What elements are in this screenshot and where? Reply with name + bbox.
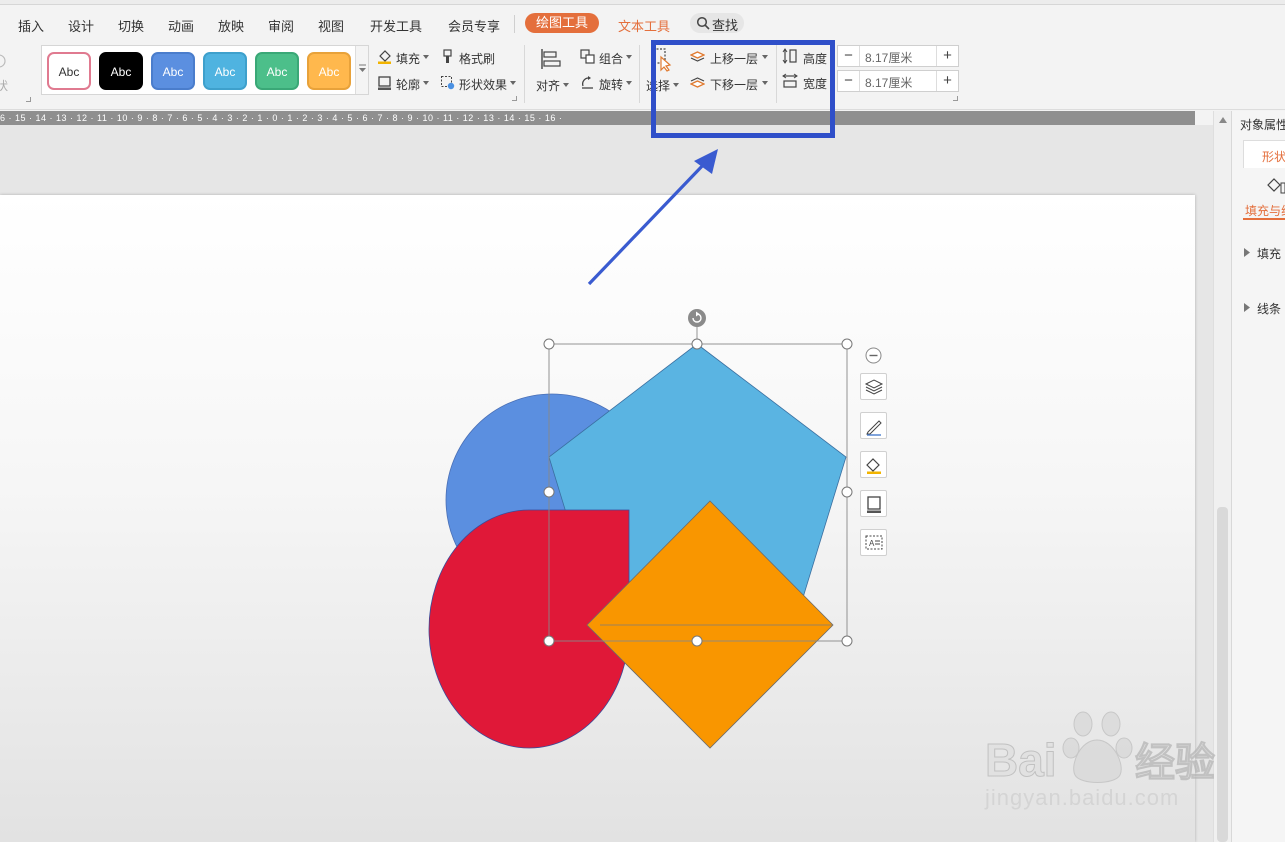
swatch-label: Abc (110, 65, 132, 79)
outline-icon (378, 76, 391, 90)
tab-text-tools[interactable]: 文本工具 (618, 16, 670, 35)
menu-insert[interactable]: 插入 (18, 16, 44, 35)
subtab-underline (1243, 218, 1285, 220)
dropdown-icon (563, 83, 569, 90)
align-label: 对齐 (536, 79, 561, 93)
edit-shape-button[interactable] (860, 412, 887, 439)
ribbon-separator (639, 45, 640, 103)
outline-quick-button[interactable] (860, 490, 887, 517)
ribbon-separator (524, 45, 525, 103)
format-painter-label: 格式刷 (459, 52, 496, 66)
fill-quick-button[interactable] (860, 451, 887, 478)
width-input[interactable]: 8.17厘米 (865, 74, 912, 91)
baidu-jingyan-watermark: Bai 经验 jingyan.baidu.com (985, 700, 1220, 820)
format-painter-icon (443, 49, 452, 63)
width-increment-button[interactable]: + (936, 71, 958, 91)
rotate-icon (582, 76, 593, 89)
pen-icon (866, 420, 882, 436)
svg-text:经验: 经验 (1135, 740, 1215, 786)
width-decrement-button[interactable]: − (838, 71, 860, 91)
highlight-annotation-box (651, 40, 835, 138)
menu-bar: 插入 设计 切换 动画 放映 审阅 视图 开发工具 会员专享 绘图工具 文本工具… (0, 5, 1285, 38)
style-swatch[interactable]: Abc (255, 52, 299, 90)
style-swatch[interactable]: Abc (47, 52, 91, 90)
shape-effects-icon (441, 76, 455, 90)
tab-drawing-tools[interactable]: 绘图工具 (525, 13, 599, 33)
tab-shape-label: 形状 (1262, 150, 1285, 164)
align-button[interactable]: 对齐 (534, 47, 570, 97)
menu-developer[interactable]: 开发工具 (370, 16, 422, 35)
style-swatch[interactable]: Abc (307, 52, 351, 90)
panel-title: 对象属性 (1240, 118, 1285, 132)
group-launcher-icon[interactable] (26, 97, 31, 102)
shape-icon (0, 54, 6, 68)
menu-divider (514, 15, 515, 33)
dropdown-icon (423, 55, 429, 62)
scroll-up-icon[interactable] (1219, 117, 1227, 123)
object-properties-panel: 对象属性 形状 填充与线 填充 线条 (1231, 111, 1285, 842)
shape-effects-label: 形状效果 (459, 78, 508, 92)
dropdown-icon (510, 81, 516, 88)
expand-right-icon[interactable] (1244, 303, 1250, 312)
annotation-arrow (587, 160, 708, 286)
collapse-minus-icon[interactable] (864, 346, 883, 365)
swatch-label: Abc (214, 65, 236, 79)
line-section-label[interactable]: 线条 (1257, 300, 1281, 317)
svg-text:Bai: Bai (985, 734, 1057, 786)
height-decrement-button[interactable]: − (838, 46, 860, 66)
style-swatch[interactable]: Abc (99, 52, 143, 90)
menu-design[interactable]: 设计 (68, 16, 94, 35)
menu-member[interactable]: 会员专享 (448, 16, 500, 35)
menu-animation[interactable]: 动画 (168, 16, 194, 35)
menu-slideshow[interactable]: 放映 (218, 16, 244, 35)
style-swatch[interactable]: Abc (151, 52, 195, 90)
tab-shape[interactable]: 形状 (1243, 140, 1285, 168)
fill-line-icon (1267, 178, 1285, 194)
rotate-label: 旋转 (599, 78, 624, 92)
svg-text:A: A (869, 539, 875, 548)
search-icon (696, 16, 710, 30)
dropdown-icon (626, 55, 632, 62)
swatch-label: Abc (266, 65, 288, 79)
text-box-button[interactable]: A (860, 529, 887, 556)
menu-transition[interactable]: 切换 (118, 16, 144, 35)
swatch-label: Abc (318, 65, 340, 79)
fill-section-label[interactable]: 填充 (1257, 245, 1281, 262)
group-launcher-icon[interactable] (953, 96, 958, 101)
fill-bucket-icon (378, 50, 391, 64)
subtab-fill-line[interactable]: 填充与线 (1245, 202, 1285, 219)
layers-button[interactable] (860, 373, 887, 400)
gallery-scroll[interactable] (355, 46, 368, 94)
watermark-url: jingyan.baidu.com (985, 785, 1180, 810)
style-swatch[interactable]: Abc (203, 52, 247, 90)
height-input[interactable]: 8.17厘米 (865, 49, 912, 66)
swatch-label: Abc (58, 65, 80, 79)
menu-view[interactable]: 视图 (318, 16, 344, 35)
height-increment-button[interactable]: + (936, 46, 958, 66)
swatch-label: Abc (162, 65, 184, 79)
rotate-handle-icon[interactable] (688, 309, 706, 327)
horizontal-ruler: 6 · 15 · 14 · 13 · 12 · 11 · 10 · 9 · 8 … (0, 111, 1195, 125)
menu-review[interactable]: 审阅 (268, 16, 294, 35)
group-icon (580, 49, 595, 64)
group-launcher-icon[interactable] (512, 96, 517, 101)
width-spinner: − 8.17厘米 + (837, 70, 959, 92)
group-label: 组合 (599, 52, 624, 66)
layers-icon (864, 379, 884, 395)
height-spinner: − 8.17厘米 + (837, 45, 959, 67)
fill-bucket-icon (866, 458, 881, 474)
dropdown-icon (423, 81, 429, 88)
outline-icon (867, 496, 881, 513)
gallery-more-icon (359, 64, 366, 72)
align-icon (541, 49, 561, 69)
search-label: 查找 (712, 18, 739, 33)
search-box[interactable]: 查找 (690, 13, 744, 33)
expand-right-icon[interactable] (1244, 248, 1250, 257)
dropdown-icon (626, 81, 632, 88)
outline-label: 轮廓 (396, 78, 421, 92)
text-box-icon: A (865, 535, 883, 550)
shape-partial-label: 状 (0, 79, 9, 93)
fill-label: 填充 (396, 52, 421, 66)
